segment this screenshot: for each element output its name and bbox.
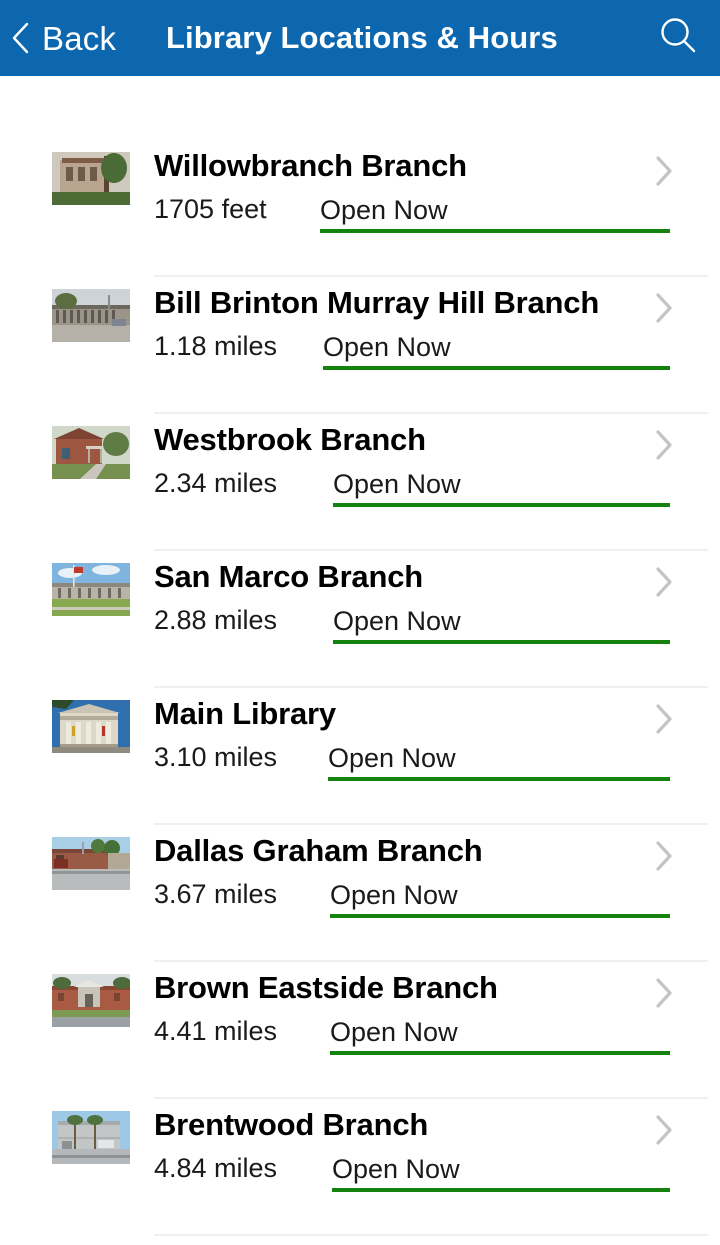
status-underline xyxy=(330,1051,670,1055)
status-underline xyxy=(328,777,670,781)
status-underline xyxy=(320,229,670,233)
branch-name: Brown Eastside Branch xyxy=(154,970,498,1005)
branch-name: Willowbranch Branch xyxy=(154,148,467,183)
branch-status: Open Now xyxy=(328,742,670,788)
branch-name: Westbrook Branch xyxy=(154,422,426,457)
branch-name: Dallas Graham Branch xyxy=(154,833,483,868)
chevron-right-icon[interactable] xyxy=(652,976,674,1010)
status-underline xyxy=(330,914,670,918)
branch-distance: 2.34 miles xyxy=(154,468,278,498)
branch-distance: 4.41 miles xyxy=(154,1016,278,1046)
status-underline xyxy=(333,640,670,644)
branch-thumbnail-3 xyxy=(52,426,130,479)
app-header: Back Library Locations & Hours xyxy=(0,0,720,76)
branch-status: Open Now xyxy=(330,879,670,925)
status-label: Open Now xyxy=(320,195,448,225)
status-label: Open Now xyxy=(333,606,461,636)
list-item-3[interactable]: Westbrook Branch 2.34 miles Open Now xyxy=(0,414,720,551)
library-locations-list: Willowbranch Branch 1705 feet Open Now B… xyxy=(0,76,720,1236)
branch-status: Open Now xyxy=(333,468,670,514)
back-label: Back xyxy=(42,19,117,57)
branch-status: Open Now xyxy=(332,1153,670,1199)
branch-distance: 1.18 miles xyxy=(154,331,278,361)
chevron-right-icon[interactable] xyxy=(652,702,674,736)
list-item-4[interactable]: San Marco Branch 2.88 miles Open Now xyxy=(0,551,720,688)
list-item-2[interactable]: Bill Brinton Murray Hill Branch 1.18 mil… xyxy=(0,277,720,414)
branch-thumbnail-6 xyxy=(52,837,130,890)
chevron-right-icon[interactable] xyxy=(652,1113,674,1147)
branch-name: Bill Brinton Murray Hill Branch xyxy=(154,285,600,320)
status-label: Open Now xyxy=(328,743,456,773)
status-underline xyxy=(323,366,670,370)
search-button[interactable] xyxy=(654,14,702,62)
chevron-left-icon xyxy=(10,21,32,55)
list-item-1[interactable]: Willowbranch Branch 1705 feet Open Now xyxy=(0,140,720,277)
branch-status: Open Now xyxy=(320,194,670,240)
status-underline xyxy=(332,1188,670,1192)
branch-thumbnail-8 xyxy=(52,1111,130,1164)
branch-distance: 3.10 miles xyxy=(154,742,278,772)
chevron-right-icon[interactable] xyxy=(652,839,674,873)
status-label: Open Now xyxy=(333,469,461,499)
branch-distance: 2.88 miles xyxy=(154,605,278,635)
status-label: Open Now xyxy=(323,332,451,362)
search-icon xyxy=(656,14,700,63)
branch-name: Main Library xyxy=(154,696,336,731)
branch-thumbnail-2 xyxy=(52,289,130,342)
branch-distance: 1705 feet xyxy=(154,194,267,224)
branch-distance: 3.67 miles xyxy=(154,879,278,909)
list-item-5[interactable]: Main Library 3.10 miles Open Now xyxy=(0,688,720,825)
status-label: Open Now xyxy=(332,1154,460,1184)
branch-name: Brentwood Branch xyxy=(154,1107,429,1142)
list-item-8[interactable]: Brentwood Branch 4.84 miles Open Now xyxy=(0,1099,720,1236)
branch-status: Open Now xyxy=(333,605,670,651)
status-underline xyxy=(333,503,670,507)
row-divider xyxy=(154,1234,708,1236)
page-title: Library Locations & Hours xyxy=(166,20,558,55)
branch-thumbnail-1 xyxy=(52,152,130,205)
chevron-right-icon[interactable] xyxy=(652,428,674,462)
list-item-6[interactable]: Dallas Graham Branch 3.67 miles Open Now xyxy=(0,825,720,962)
status-label: Open Now xyxy=(330,1017,458,1047)
chevron-right-icon[interactable] xyxy=(652,565,674,599)
branch-status: Open Now xyxy=(330,1016,670,1062)
branch-distance: 4.84 miles xyxy=(154,1153,278,1183)
branch-name: San Marco Branch xyxy=(154,559,423,594)
back-button[interactable]: Back xyxy=(10,0,116,76)
chevron-right-icon[interactable] xyxy=(652,291,674,325)
chevron-right-icon[interactable] xyxy=(652,154,674,188)
branch-status: Open Now xyxy=(323,331,670,377)
branch-thumbnail-5 xyxy=(52,700,130,753)
branch-thumbnail-4 xyxy=(52,563,130,616)
list-item-7[interactable]: Brown Eastside Branch 4.41 miles Open No… xyxy=(0,962,720,1099)
status-label: Open Now xyxy=(330,880,458,910)
branch-thumbnail-7 xyxy=(52,974,130,1027)
